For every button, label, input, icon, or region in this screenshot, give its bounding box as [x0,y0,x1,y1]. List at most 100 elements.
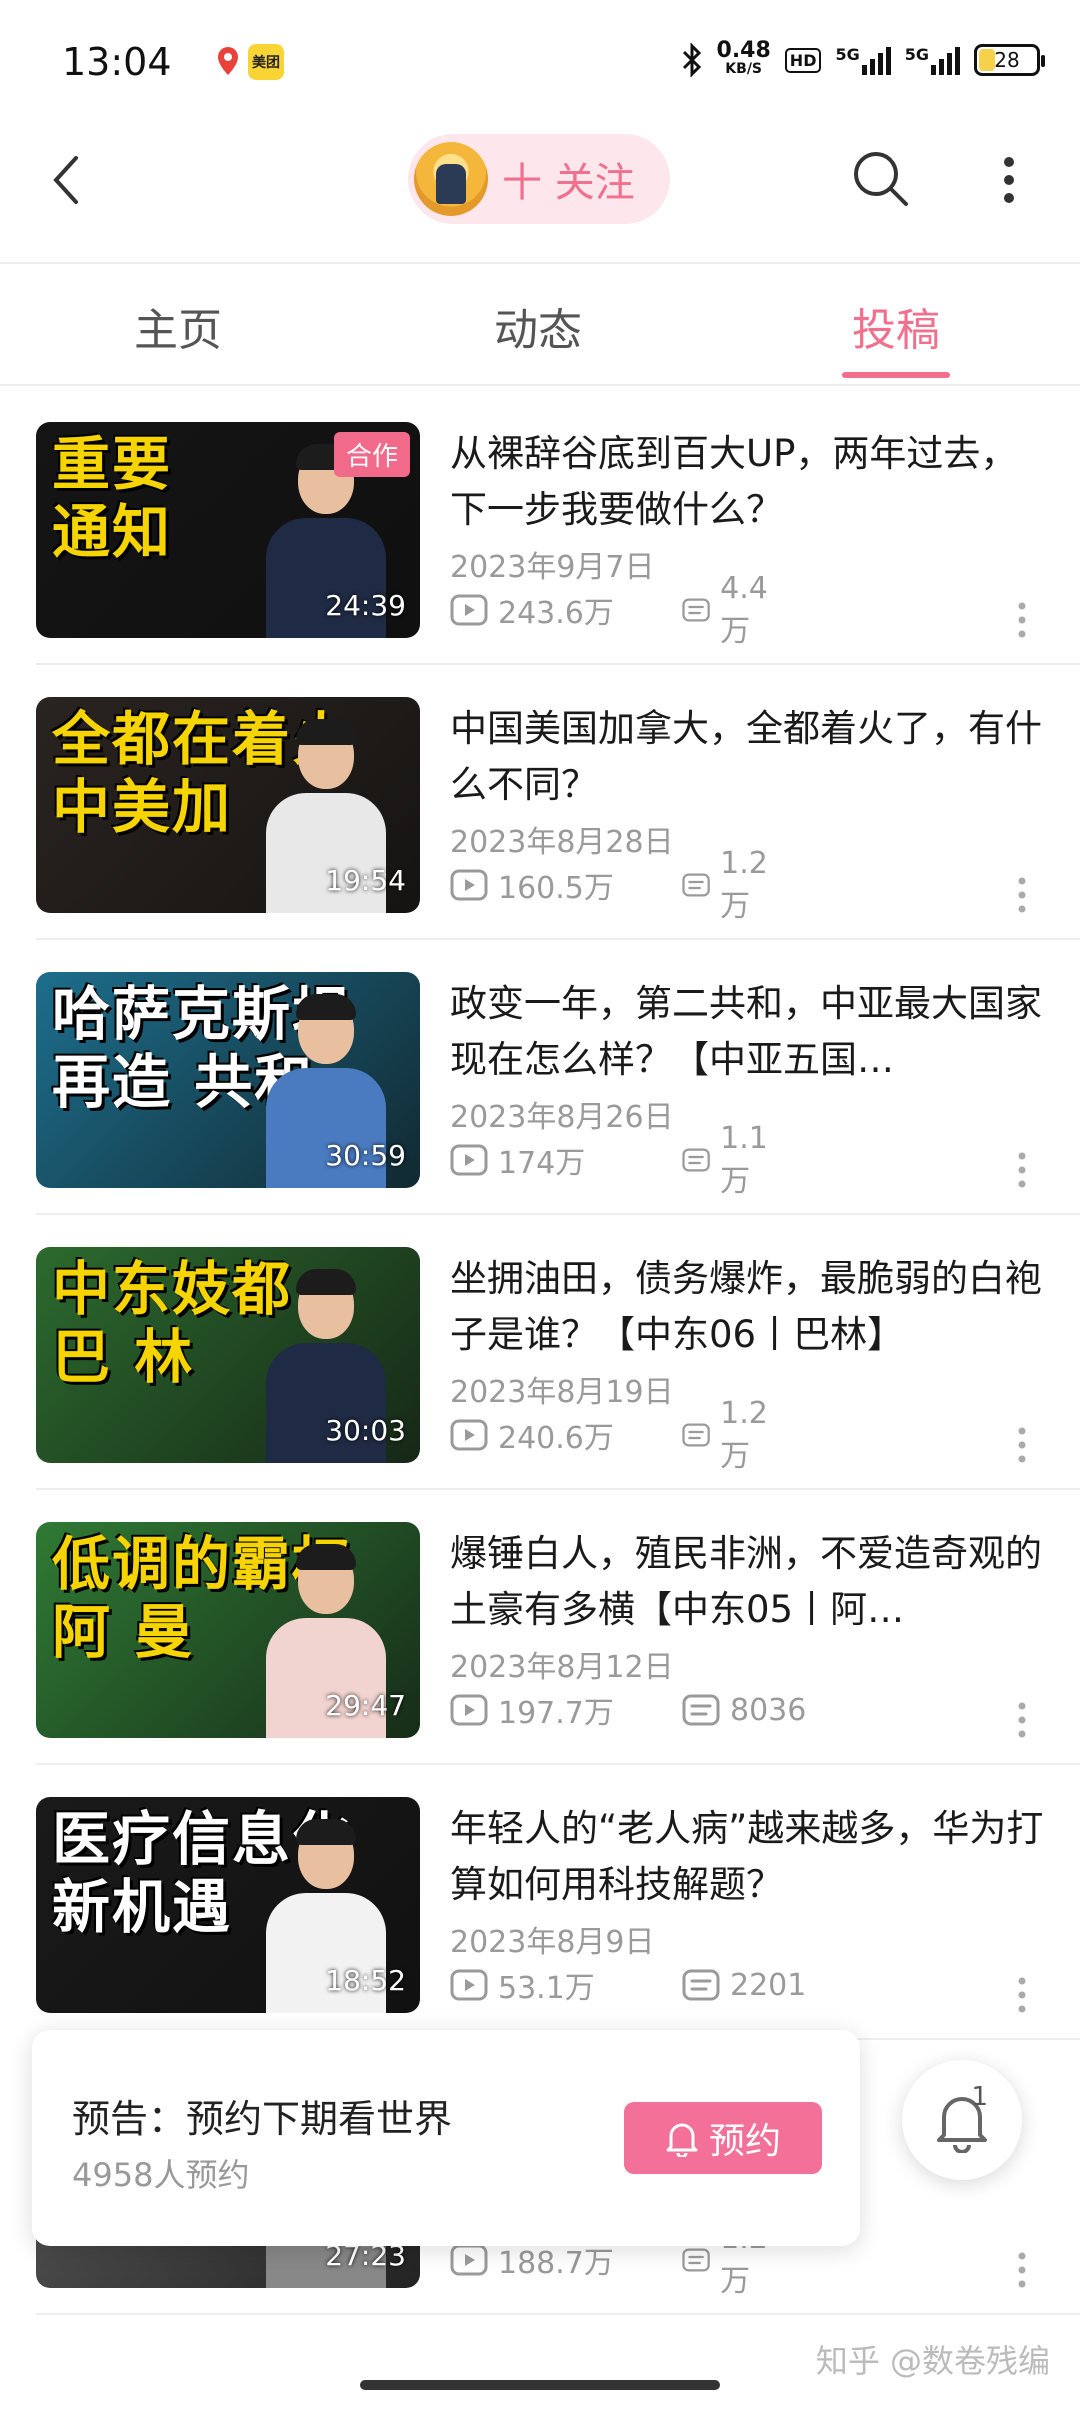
more-vertical-icon [1018,2252,1026,2288]
thumb-headline: 中东妓都 [52,1255,293,1323]
play-icon [450,1969,488,2001]
reserve-button-label: 预约 [708,2121,781,2162]
video-thumbnail[interactable]: 哈萨克斯坦 再造 共和 30:59 [36,972,420,1188]
comment-count-value: 2201 [730,1967,807,2003]
watermark: 知乎 @数卷残编 [815,2342,1050,2380]
thumb-headline: 巴 林 [52,1323,195,1391]
video-title[interactable]: 政变一年，第二共和，中亚最大国家现在怎么样？【中亚五国… [450,976,1050,1088]
video-row[interactable]: 医疗信息化 新机遇 18:52 年轻人的“老人病”越来越多，华为打算如何用科技解… [0,1765,1080,2040]
more-vertical-icon [1018,1702,1026,1738]
follow-button[interactable]: 十 关注 [408,134,670,224]
video-title[interactable]: 中国美国加拿大，全都着火了，有什么不同？ [450,701,1050,813]
more-vertical-icon [1018,1152,1026,1188]
notification-bell-button[interactable]: 1 [902,2060,1022,2180]
view-count: 197.7万 [450,1688,614,1732]
video-duration: 29:47 [325,1689,406,1722]
video-date: 2023年8月28日 [450,825,674,860]
tab-bar: 主页 动态 投稿 [0,264,1080,384]
video-duration: 30:03 [325,1414,406,1447]
more-vertical-icon [1004,157,1014,203]
video-thumbnail[interactable]: 低调的霸权 阿 曼 29:47 [36,1522,420,1738]
thumb-headline: 通知 [52,498,173,566]
view-count-value: 53.1万 [498,1971,595,2006]
video-row[interactable]: 中东妓都 巴 林 30:03 坐拥油田，债务爆炸，最脆弱的白袍子是谁？【中东06… [0,1215,1080,1490]
chevron-left-icon [53,156,78,204]
tab-dynamic[interactable]: 动态 [438,294,638,358]
avatar[interactable] [414,142,488,216]
video-stats: 197.7万 8036 [450,1688,806,1732]
video-row[interactable]: 哈萨克斯坦 再造 共和 30:59 政变一年，第二共和，中亚最大国家现在怎么样？… [0,940,1080,1215]
search-button[interactable] [850,148,912,210]
view-count: 243.6万 [450,588,614,632]
video-stats: 188.7万 1.2万 [450,2221,768,2299]
follow-label: 十 关注 [502,160,635,206]
more-button[interactable] [994,152,1024,208]
video-duration: 30:59 [325,1139,406,1172]
video-date: 2023年8月9日 [450,1925,655,1960]
view-count: 174万 [450,1138,585,1182]
row-more-button[interactable] [1012,1975,1032,2015]
comment-count: 8036 [682,1693,806,1728]
signal-bars-icon [861,45,891,75]
video-thumbnail[interactable]: 中东妓都 巴 林 30:03 [36,1247,420,1463]
video-thumbnail[interactable]: 医疗信息化 新机遇 18:52 [36,1797,420,2013]
video-title[interactable]: 年轻人的“老人病”越来越多，华为打算如何用科技解题？ [450,1801,1050,1913]
play-icon [450,2244,488,2276]
video-duration: 24:39 [325,589,406,622]
home-indicator[interactable] [360,2380,720,2390]
row-more-button[interactable] [1012,1150,1032,1190]
danmaku-icon [682,873,710,897]
video-title[interactable]: 坐拥油田，债务爆炸，最脆弱的白袍子是谁？【中东06丨巴林】 [450,1251,1050,1363]
bluetooth-icon [682,43,701,77]
video-duration: 19:54 [325,864,406,897]
danmaku-icon [682,1423,710,1447]
tab-home[interactable]: 主页 [78,294,278,358]
status-right: 0.48 KB/S HD 5G 5G 28 [681,38,1045,82]
video-thumbnail[interactable]: 重要 通知 合作 24:39 [36,422,420,638]
video-row[interactable]: 低调的霸权 阿 曼 29:47 爆锤白人，殖民非洲，不爱造奇观的土豪有多横【中东… [0,1490,1080,1765]
row-more-button[interactable] [1012,875,1032,915]
row-more-button[interactable] [1012,1700,1032,1740]
reserve-title: 预告：预约下期看世界 [72,2097,453,2141]
net-speed: 0.48 KB/S [717,40,771,78]
thumb-headline: 中美加 [52,773,233,841]
video-title[interactable]: 爆锤白人，殖民非洲，不爱造奇观的土豪有多横【中东05丨阿… [450,1526,1050,1638]
more-vertical-icon [1018,602,1026,638]
video-stats: 53.1万 2201 [450,1965,806,2006]
reserve-button[interactable]: 预约 [624,2102,822,2174]
map-pin-icon [210,44,246,80]
thumb-headline: 重要 [52,430,173,498]
signal-1: 5G [835,45,891,75]
comment-count: 4.4万 [682,571,778,650]
view-count-value: 160.5万 [498,871,614,906]
more-vertical-icon [1018,1427,1026,1463]
search-icon [854,152,908,206]
video-duration: 18:52 [325,1964,406,1997]
back-button[interactable] [46,150,86,210]
meituan-icon: 美团 [248,44,284,80]
tab-divider [0,384,1080,386]
more-vertical-icon [1018,1977,1026,2013]
status-time: 13:04 [62,40,172,84]
video-row[interactable]: 全都在着火 中美加 19:54 中国美国加拿大，全都着火了，有什么不同？ 202… [0,665,1080,940]
hd-badge: HD [784,47,822,73]
comment-count: 1.2万 [682,846,778,925]
coop-badge: 合作 [333,432,410,477]
row-more-button[interactable] [1012,600,1032,640]
thumb-headline: 阿 曼 [52,1598,195,1666]
signal-2-label: 5G [904,45,929,64]
video-stats: 160.5万 1.2万 [450,846,768,924]
view-count: 240.6万 [450,1413,614,1457]
row-divider [36,2313,1080,2315]
reserve-count: 4958人预约 [72,2156,250,2194]
row-more-button[interactable] [1012,1425,1032,1465]
play-icon [450,1694,488,1726]
video-row[interactable]: 重要 通知 合作 24:39 从裸辞谷底到百大UP，两年过去，下一步我要做什么？… [0,390,1080,665]
row-more-button[interactable] [1012,2250,1032,2290]
view-count-value: 174万 [498,1146,586,1181]
tab-uploads[interactable]: 投稿 [796,294,996,358]
view-count-value: 240.6万 [498,1421,614,1456]
video-title[interactable]: 从裸辞谷底到百大UP，两年过去，下一步我要做什么？ [450,426,1050,538]
video-thumbnail[interactable]: 全都在着火 中美加 19:54 [36,697,420,913]
signal-bars-icon [931,45,960,75]
